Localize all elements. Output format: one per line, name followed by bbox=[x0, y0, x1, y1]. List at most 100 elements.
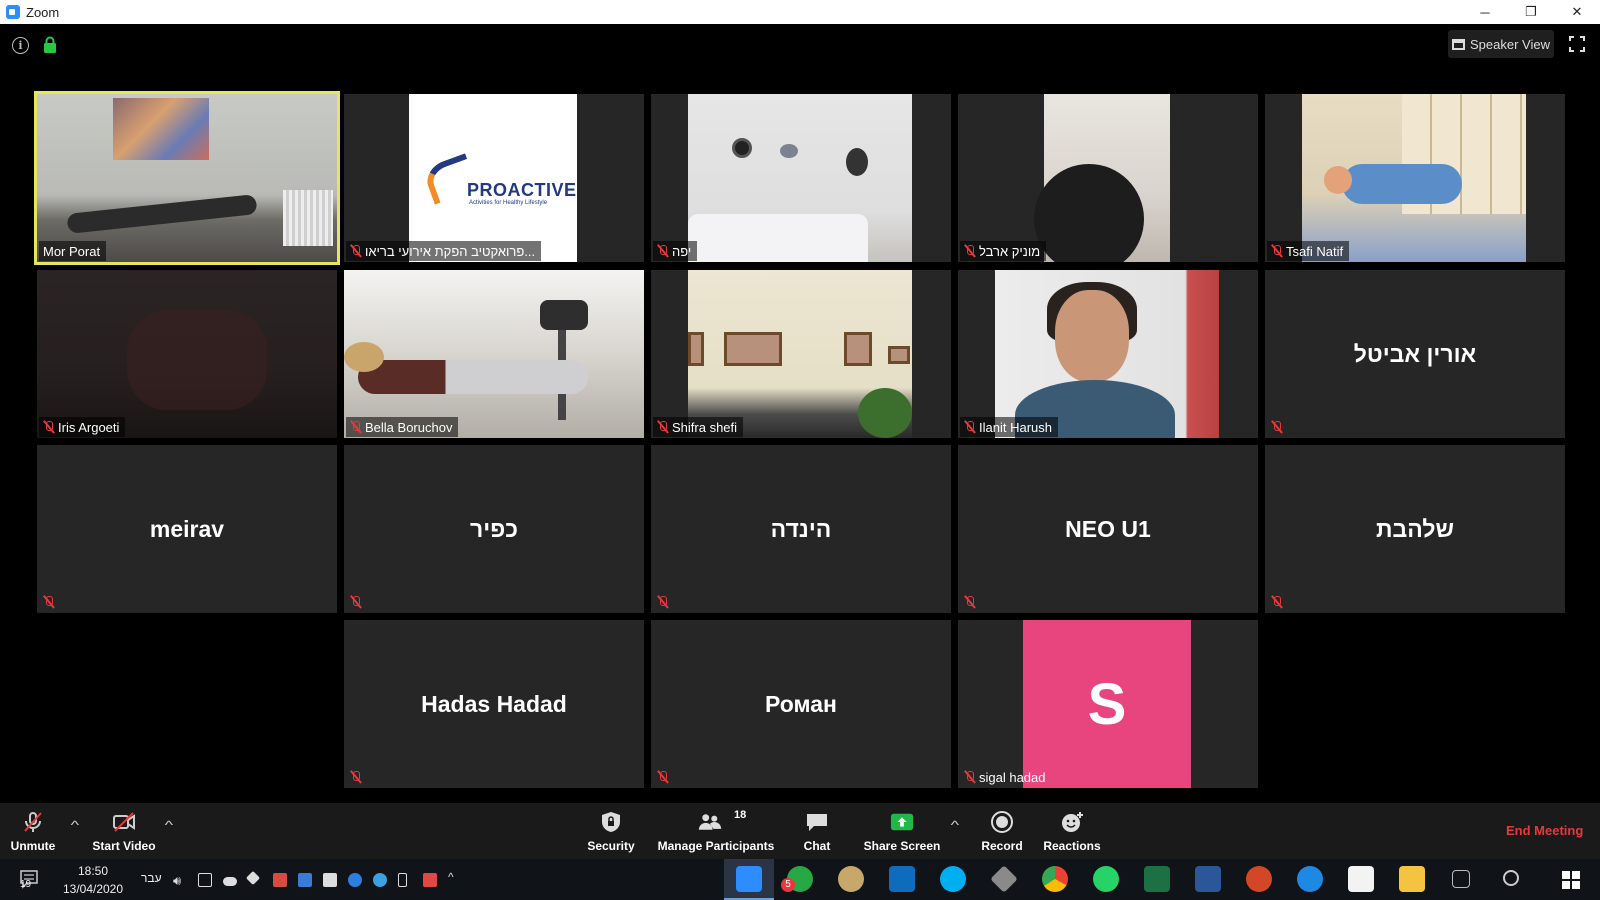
muted-mic-icon bbox=[964, 595, 975, 609]
video-tile[interactable]: Bella Boruchov bbox=[344, 270, 644, 438]
video-tile[interactable]: Iris Argoeti bbox=[37, 270, 337, 438]
video-tile[interactable]: meirav bbox=[37, 445, 337, 613]
video-options-caret-icon[interactable]: ^ bbox=[165, 818, 173, 832]
muted-microphone-icon bbox=[24, 812, 42, 832]
participant-display-name: כפיר bbox=[470, 515, 518, 542]
snip-tool-icon[interactable] bbox=[1452, 870, 1470, 888]
video-tile[interactable]: S sigal hadad bbox=[958, 620, 1258, 788]
network-icon[interactable] bbox=[198, 873, 212, 887]
show-hidden-icons-icon[interactable]: ^ bbox=[448, 870, 462, 884]
participant-name-label bbox=[39, 592, 60, 612]
participant-name-label bbox=[653, 767, 674, 787]
internet-explorer-icon[interactable] bbox=[1297, 866, 1323, 892]
store-icon[interactable] bbox=[1348, 866, 1374, 892]
video-tile[interactable]: Mor Porat bbox=[34, 91, 340, 265]
avatar: S bbox=[1023, 620, 1191, 788]
usb-icon[interactable] bbox=[398, 873, 407, 887]
whatsapp-icon[interactable] bbox=[1093, 866, 1119, 892]
video-tile[interactable]: Shifra shefi bbox=[651, 270, 951, 438]
gallery-grid: Mor Porat PROACTIVE Activities for Healt… bbox=[0, 0, 1600, 900]
participant-video bbox=[995, 270, 1219, 438]
participant-name: Shifra shefi bbox=[672, 419, 738, 435]
tray-app-icon[interactable] bbox=[273, 873, 287, 887]
video-tile[interactable]: PROACTIVE Activities for Healthy Lifesty… bbox=[344, 94, 644, 262]
video-tile[interactable]: הינדה bbox=[651, 445, 951, 613]
participant-name-label: מוניק ארבל bbox=[960, 241, 1047, 261]
chat-button[interactable]: Chat bbox=[800, 803, 834, 859]
smiley-icon bbox=[1062, 812, 1083, 832]
video-tile[interactable]: שלהבת bbox=[1265, 445, 1565, 613]
manage-participants-button[interactable]: 18 Manage Participants bbox=[654, 803, 778, 859]
participant-name: Ilanit Harush bbox=[979, 419, 1052, 435]
participant-name-label: Bella Boruchov bbox=[346, 417, 459, 437]
security-button[interactable]: Security bbox=[586, 803, 636, 859]
muted-mic-icon bbox=[350, 420, 361, 434]
video-tile[interactable]: מוניק ארבל bbox=[958, 94, 1258, 262]
excel-icon[interactable] bbox=[1144, 866, 1170, 892]
video-tile[interactable]: Роман bbox=[651, 620, 951, 788]
muted-mic-icon bbox=[350, 595, 361, 609]
chrome-icon[interactable] bbox=[1042, 866, 1068, 892]
badge-count: 5 bbox=[781, 878, 795, 892]
share-screen-button[interactable]: Share Screen bbox=[864, 803, 940, 859]
start-video-button[interactable]: Start Video bbox=[88, 803, 160, 859]
windows-taskbar: 19 18:50 13/04/2020 עבר 🔊︎ ^ 5 bbox=[0, 859, 1600, 900]
end-meeting-button[interactable]: End Meeting bbox=[1506, 823, 1583, 838]
powerpoint-icon[interactable] bbox=[1246, 866, 1272, 892]
video-tile[interactable]: יפה bbox=[651, 94, 951, 262]
video-tile[interactable]: אורין אביטל bbox=[1265, 270, 1565, 438]
taskbar-clock[interactable]: 18:50 13/04/2020 bbox=[58, 862, 128, 898]
muted-mic-icon bbox=[964, 770, 975, 784]
notifications-icon[interactable]: 19 bbox=[16, 869, 42, 890]
volume-icon[interactable]: 🔊︎ bbox=[173, 873, 187, 888]
outlook-tray-icon[interactable] bbox=[298, 873, 312, 887]
security-label: Security bbox=[587, 839, 635, 853]
participant-name-label bbox=[346, 592, 367, 612]
muted-mic-icon bbox=[964, 244, 975, 258]
skype-tray-icon[interactable] bbox=[373, 873, 387, 887]
video-tile[interactable]: Ilanit Harush bbox=[958, 270, 1258, 438]
unmute-button[interactable]: Unmute bbox=[4, 803, 62, 859]
participant-video bbox=[688, 270, 912, 438]
muted-mic-icon bbox=[657, 420, 668, 434]
participant-video bbox=[344, 270, 644, 438]
record-button[interactable]: Record bbox=[980, 803, 1024, 859]
dev-tool-icon[interactable] bbox=[990, 865, 1018, 893]
input-language[interactable]: עבר bbox=[141, 871, 162, 885]
word-icon[interactable] bbox=[1195, 866, 1221, 892]
video-tile[interactable]: NEO U1 bbox=[958, 445, 1258, 613]
participant-video bbox=[1302, 94, 1526, 262]
participant-name-label: sigal hadad bbox=[960, 767, 1052, 787]
outlook-icon[interactable] bbox=[889, 866, 915, 892]
audio-options-caret-icon[interactable]: ^ bbox=[71, 818, 79, 832]
onedrive-icon[interactable] bbox=[223, 877, 237, 886]
muted-mic-icon bbox=[657, 770, 668, 784]
file-explorer-icon[interactable] bbox=[1399, 866, 1425, 892]
clock-time: 18:50 bbox=[77, 864, 109, 878]
reactions-button[interactable]: Reactions bbox=[1042, 803, 1102, 859]
dropbox-icon[interactable] bbox=[245, 870, 261, 886]
video-off-icon bbox=[113, 812, 135, 832]
search-icon[interactable] bbox=[1503, 870, 1519, 886]
defender-icon[interactable] bbox=[323, 873, 337, 887]
video-tile[interactable]: Tsafi Natif bbox=[1265, 94, 1565, 262]
chat-icon bbox=[807, 814, 827, 831]
participant-display-name: אורין אביטל bbox=[1353, 340, 1477, 367]
participant-name-label: Mor Porat bbox=[39, 241, 107, 261]
participant-name-label bbox=[346, 767, 367, 787]
muted-mic-icon bbox=[350, 770, 361, 784]
participant-name: יפה bbox=[672, 243, 692, 259]
skype-icon[interactable] bbox=[940, 866, 966, 892]
recorder-tray-icon[interactable] bbox=[423, 873, 437, 887]
phone-app-icon[interactable]: 5 bbox=[781, 866, 813, 892]
participant-name-label: Shifra shefi bbox=[653, 417, 744, 437]
participant-display-name: meirav bbox=[149, 515, 225, 542]
share-options-caret-icon[interactable]: ^ bbox=[951, 818, 959, 832]
zoom-taskbar-icon[interactable] bbox=[736, 866, 762, 892]
bluetooth-icon[interactable] bbox=[348, 873, 362, 887]
video-tile[interactable]: כפיר bbox=[344, 445, 644, 613]
muted-mic-icon bbox=[350, 244, 361, 258]
video-tile[interactable]: Hadas Hadad bbox=[344, 620, 644, 788]
windows-start-icon[interactable] bbox=[1562, 871, 1580, 889]
paint-icon[interactable] bbox=[838, 866, 864, 892]
